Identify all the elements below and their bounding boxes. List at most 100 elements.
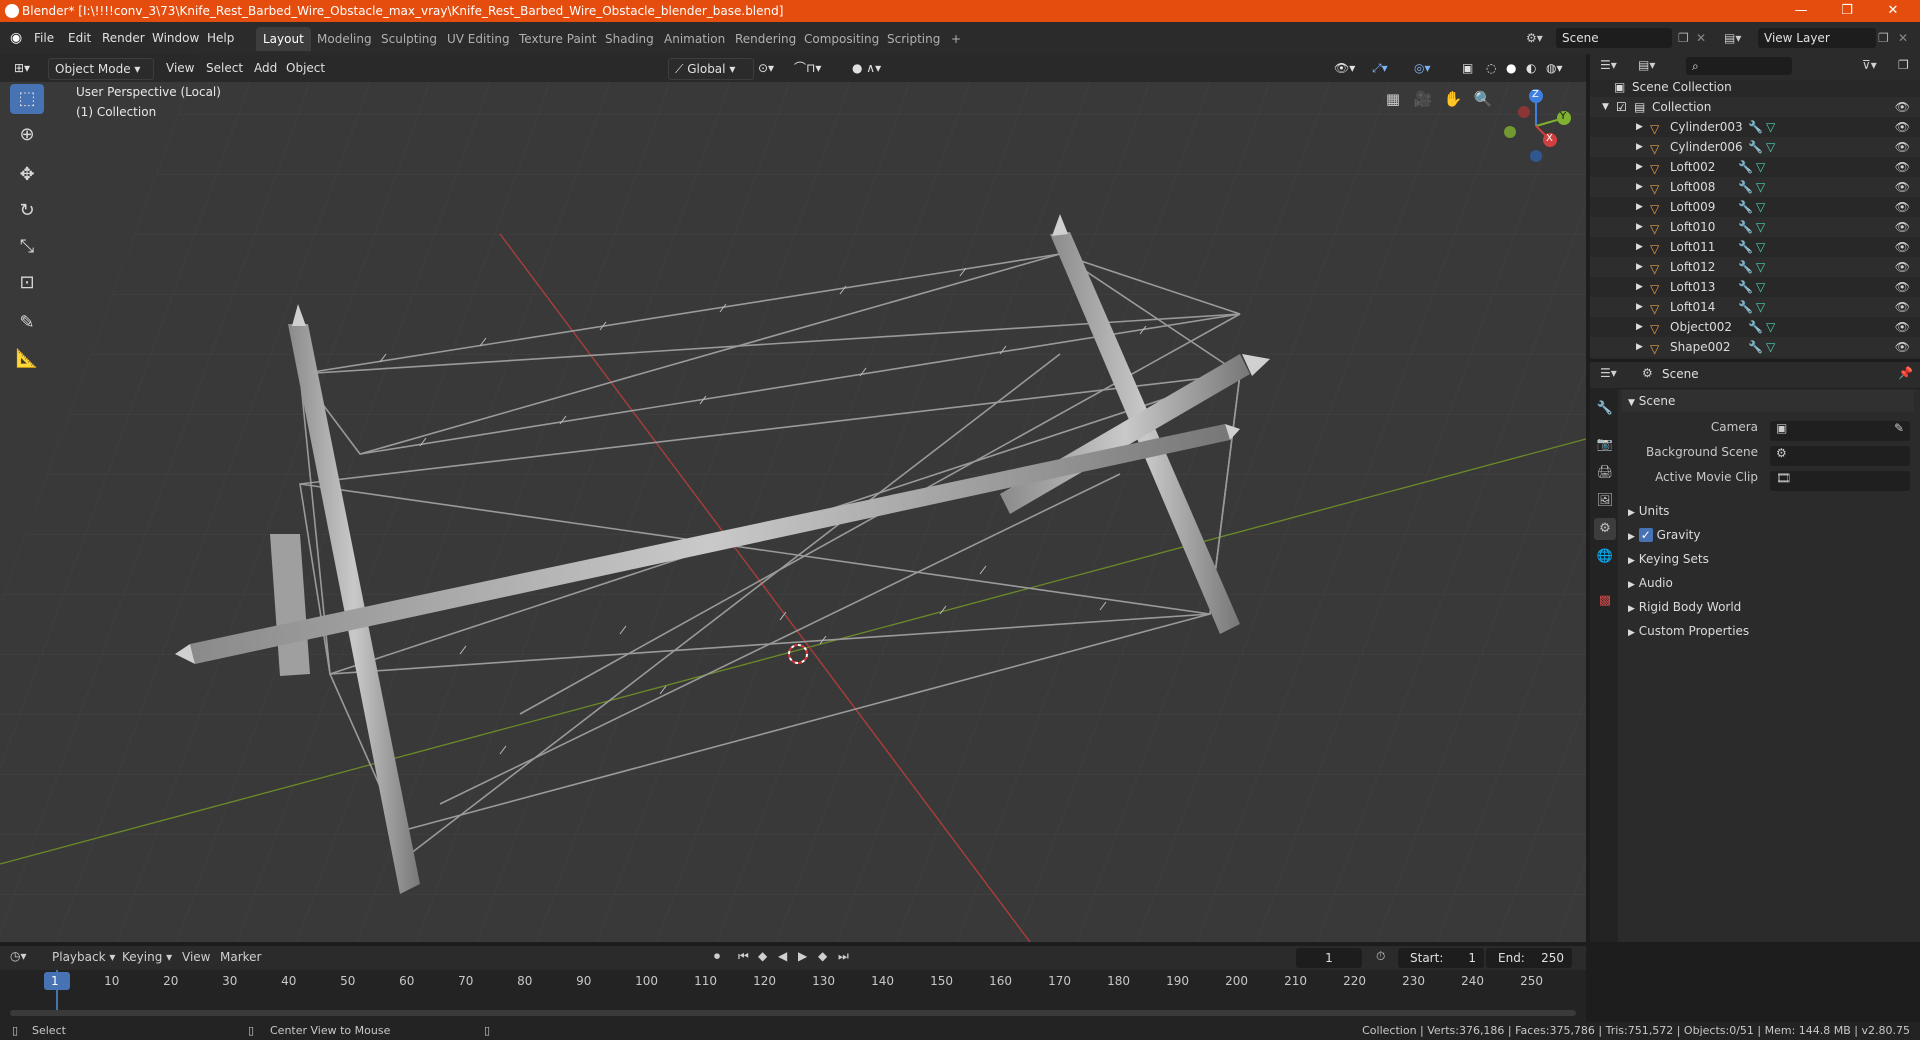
modifier-icon[interactable]: 🔧 [1738,297,1753,317]
record-button-icon[interactable]: ⏺ [714,949,720,964]
outliner-item[interactable]: ▶ ▽ Loft011 🔧 ▽ 👁 [1590,237,1920,257]
tool-tab-icon[interactable]: 🔧 [1594,398,1616,420]
playback-menu[interactable]: Playback ▾ [52,950,115,964]
modifier-icon[interactable]: 🔧 [1738,177,1753,197]
rigid-body-world-panel[interactable]: ▶ Rigid Body World [1622,596,1914,618]
menu-help[interactable]: Help [207,28,234,48]
select-box-tool-icon[interactable]: ⬚ [10,84,44,114]
menu-select[interactable]: Select [200,58,249,78]
tab-modeling[interactable]: Modeling [310,27,379,51]
eye-icon[interactable]: 👁 [1895,277,1910,297]
proportional-edit-icon[interactable]: ● ∧▾ [846,58,887,78]
auto-keying-icon[interactable]: ⏱ [1376,949,1385,964]
end-frame-field[interactable]: End: 250 [1486,948,1572,968]
next-keyframe-icon[interactable]: ◆ [818,949,827,963]
mesh-data-icon[interactable]: ▽ [1756,197,1765,217]
eye-icon[interactable]: 👁 [1895,197,1910,217]
eye-icon[interactable]: 👁 [1895,137,1910,157]
expand-arrow-icon[interactable]: ▶ [1636,337,1643,357]
new-view-layer-icon[interactable]: ❐ [1878,28,1889,48]
menu-render[interactable]: Render [102,28,145,48]
eye-icon[interactable]: 👁 [1895,317,1910,337]
jump-end-icon[interactable]: ⏭ [838,949,849,964]
background-scene-field[interactable]: ⚙ [1770,446,1910,466]
texture-tab-icon[interactable]: ▩ [1594,590,1616,612]
blender-menu-icon[interactable]: ◉ [10,28,22,48]
new-collection-icon[interactable]: ❐ [1898,58,1909,72]
gravity-panel[interactable]: ▶ ✓ Gravity [1622,524,1914,546]
eye-icon[interactable]: 👁 [1895,297,1910,317]
outliner-search-input[interactable]: ⌕ [1686,57,1792,75]
eye-icon[interactable]: 👁 [1895,337,1910,357]
delete-view-layer-icon[interactable]: ✕ [1898,28,1908,48]
render-tab-icon[interactable]: 📷 [1594,434,1616,456]
properties-editor-icon[interactable]: ☰▾ [1600,366,1617,380]
outliner-item[interactable]: ▶ ▽ Loft009 🔧 ▽ 👁 [1590,197,1920,217]
menu-edit[interactable]: Edit [68,28,91,48]
keying-sets-panel[interactable]: ▶ Keying Sets [1622,548,1914,570]
expand-arrow-icon[interactable]: ▶ [1636,117,1643,137]
mesh-data-icon[interactable]: ▽ [1766,337,1775,357]
output-tab-icon[interactable]: 🖨 [1594,462,1616,484]
expand-arrow-icon[interactable]: ▶ [1636,317,1643,337]
expand-arrow-icon[interactable]: ▶ [1636,257,1643,277]
timeline-scrollbar[interactable] [10,1010,1576,1016]
world-tab-icon[interactable]: 🌐 [1594,546,1616,568]
tab-compositing[interactable]: Compositing [797,27,886,51]
outliner-editor-icon[interactable]: ☰▾ [1600,58,1617,72]
timeline-view-menu[interactable]: View [182,950,210,964]
eye-icon[interactable]: 👁 [1895,157,1910,177]
start-frame-field[interactable]: Start: 1 [1398,948,1484,968]
mesh-data-icon[interactable]: ▽ [1756,157,1765,177]
menu-add[interactable]: Add [248,58,283,78]
tab-animation[interactable]: Animation [657,27,732,51]
outliner-item[interactable]: ▶ ▽ Loft013 🔧 ▽ 👁 [1590,277,1920,297]
keying-menu[interactable]: Keying ▾ [122,950,172,964]
outliner-item[interactable]: ▶ ▽ Loft012 🔧 ▽ 👁 [1590,257,1920,277]
visibility-icon[interactable]: 👁▾ [1328,58,1361,78]
view-layer-icon[interactable]: ▤▾ [1724,28,1741,48]
mesh-data-icon[interactable]: ▽ [1756,297,1765,317]
eye-icon[interactable]: 👁 [1895,97,1910,117]
mesh-data-icon[interactable]: ▽ [1756,237,1765,257]
add-workspace-button[interactable]: + [944,27,968,51]
collection-checkbox[interactable]: ☑ [1616,97,1627,117]
expand-arrow-icon[interactable]: ▶ [1636,157,1643,177]
filter-icon[interactable]: ⊽▾ [1862,58,1877,72]
expand-arrow-icon[interactable]: ▶ [1636,277,1643,297]
menu-window[interactable]: Window [152,28,199,48]
mesh-data-icon[interactable]: ▽ [1756,177,1765,197]
editor-type-icon[interactable]: ⊞▾ [8,58,36,78]
scene-tab-icon[interactable]: ⚙ [1594,518,1616,540]
snap-icon[interactable]: ⌒⊓▾ [788,58,827,78]
scale-tool-icon[interactable]: ⤡ [10,232,44,262]
display-mode-icon[interactable]: ▤▾ [1638,58,1655,72]
modifier-icon[interactable]: 🔧 [1748,117,1763,137]
camera-field[interactable]: ▣ ✎ [1770,421,1910,441]
delete-scene-icon[interactable]: ✕ [1696,28,1706,48]
modifier-icon[interactable]: 🔧 [1738,277,1753,297]
expand-arrow-icon[interactable]: ▶ [1636,217,1643,237]
tab-sculpting[interactable]: Sculpting [374,27,444,51]
close-button[interactable]: ✕ [1870,0,1916,22]
expand-arrow-icon[interactable]: ▶ [1636,237,1643,257]
pin-icon[interactable]: 📌 [1898,366,1913,380]
modifier-icon[interactable]: 🔧 [1748,317,1763,337]
rendered-shading-icon[interactable]: ◍▾ [1540,58,1569,78]
collapse-arrow-icon[interactable]: ▼ [1602,97,1609,117]
new-scene-icon[interactable]: ❐ [1678,28,1689,48]
outliner-item[interactable]: ▶ ▽ Loft002 🔧 ▽ 👁 [1590,157,1920,177]
mesh-data-icon[interactable]: ▽ [1756,257,1765,277]
prev-keyframe-icon[interactable]: ◆ [758,949,767,963]
axis-gizmo[interactable]: Z Y X [1496,86,1576,166]
units-panel[interactable]: ▶ Units [1622,500,1914,522]
active-movie-clip-field[interactable]: 🎞 [1770,471,1910,491]
audio-panel[interactable]: ▶ Audio [1622,572,1914,594]
measure-tool-icon[interactable]: 📐 [10,344,44,374]
custom-properties-panel[interactable]: ▶ Custom Properties [1622,620,1914,642]
modifier-icon[interactable]: 🔧 [1748,337,1763,357]
gravity-checkbox[interactable]: ✓ [1638,528,1653,542]
outliner-item[interactable]: ▶ ▽ Object002 🔧 ▽ 👁 [1590,317,1920,337]
tab-scripting[interactable]: Scripting [880,27,947,51]
minimize-button[interactable]: — [1778,0,1824,22]
